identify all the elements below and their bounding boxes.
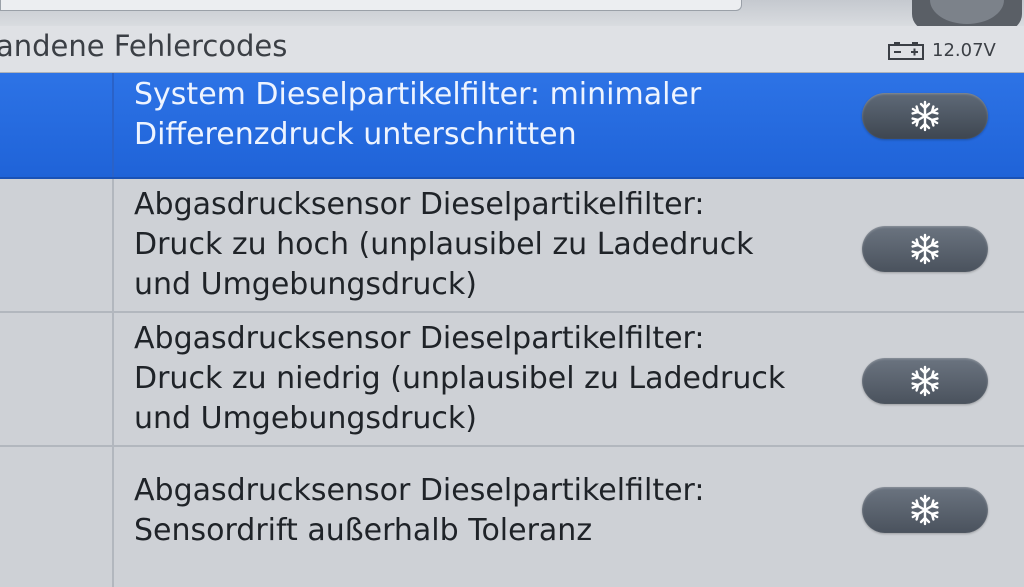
freeze-frame-button[interactable] [862,226,988,272]
snowflake-icon [911,233,939,265]
freeze-frame-button[interactable] [862,358,988,404]
fault-description: Abgasdrucksensor Dieselpartikelfilter: D… [134,321,786,436]
corner-button-icon [930,0,1004,24]
fault-row[interactable]: Abgasdrucksensor Dieselpartikelfilter: D… [0,179,1024,313]
fault-description: System Dieselpartikelfilter: minimaler D… [134,77,702,152]
fault-description: Abgasdrucksensor Dieselpartikelfilter: D… [134,187,754,302]
battery-voltage: 12.07V [932,40,996,61]
fault-row[interactable]: Abgasdrucksensor Dieselpartikelfilter: S… [0,447,1024,587]
fault-row[interactable]: Abgasdrucksensor Dieselpartikelfilter: D… [0,313,1024,447]
page-title: andene Fehlercodes [0,29,288,63]
battery-icon [888,42,924,60]
freeze-frame-button[interactable] [862,487,988,533]
freeze-frame-button[interactable] [862,93,988,139]
top-bar [0,0,1024,30]
snowflake-icon [911,365,939,397]
fault-description: Abgasdrucksensor Dieselpartikelfilter: S… [134,473,705,548]
header-bar: andene Fehlercodes 12.07V [0,26,1024,73]
row-number-cell [0,179,114,311]
row-number-cell [0,73,114,177]
fault-code-list: System Dieselpartikelfilter: minimaler D… [0,73,1024,587]
fault-row[interactable]: System Dieselpartikelfilter: minimaler D… [0,73,1024,179]
row-number-cell [0,447,114,587]
row-number-cell [0,313,114,445]
snowflake-icon [911,494,939,526]
snowflake-icon [911,100,939,132]
top-input-field[interactable] [0,0,742,11]
